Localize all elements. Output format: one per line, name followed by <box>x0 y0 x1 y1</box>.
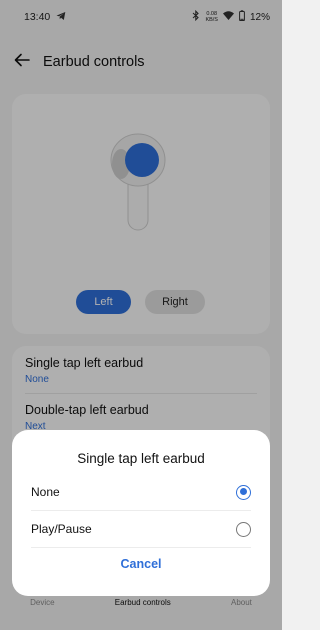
cancel-button[interactable]: Cancel <box>12 557 270 571</box>
single-tap-dialog: Single tap left earbud None Play/Pause C… <box>12 430 270 596</box>
option-play-pause[interactable]: Play/Pause <box>31 514 251 544</box>
divider <box>31 547 251 548</box>
radio-unselected[interactable] <box>236 521 251 537</box>
option-label: None <box>31 485 60 499</box>
dialog-title: Single tap left earbud <box>77 451 205 466</box>
option-none[interactable]: None <box>31 477 251 507</box>
divider <box>31 510 251 511</box>
radio-selected[interactable] <box>236 484 251 500</box>
option-label: Play/Pause <box>31 522 92 536</box>
